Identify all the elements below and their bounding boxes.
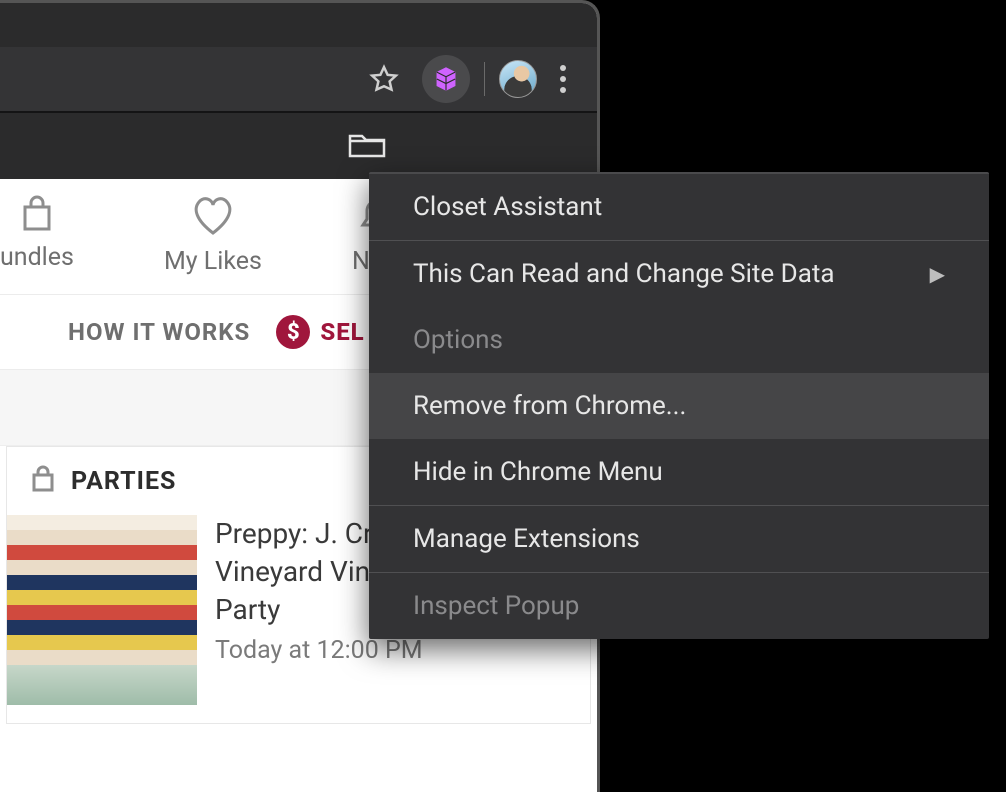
dollar-icon: $ [276,315,310,349]
profile-avatar[interactable] [499,60,537,98]
toolbar-divider [484,62,485,96]
nav-bundles[interactable]: undles [0,179,96,294]
nav-my-likes-label: My Likes [164,247,262,276]
menu-site-data[interactable]: This Can Read and Change Site Data ▶ [369,241,989,307]
bookmark-folder-icon[interactable] [347,129,387,163]
nav-my-likes[interactable]: My Likes [142,179,284,294]
chrome-menu-icon[interactable] [551,65,575,93]
extension-button[interactable] [422,55,470,103]
parties-title: PARTIES [71,467,176,496]
heart-icon [164,193,262,241]
toolbar-row [0,47,597,113]
nav-bundles-label: undles [0,243,74,272]
tab-how-it-works[interactable]: HOW IT WORKS [68,318,250,346]
menu-inspect-popup: Inspect Popup [369,573,989,639]
bag-small-icon [29,465,57,497]
bag-icon [0,193,74,237]
chevron-right-icon: ▶ [930,262,945,286]
party-thumbnail[interactable] [7,515,197,705]
bookmark-star-icon[interactable] [360,55,408,103]
menu-options: Options [369,307,989,373]
menu-title: Closet Assistant [369,174,989,240]
screenshot-stage: undles My Likes 59 New HOW IT WO [0,0,1006,792]
menu-remove-from-chrome[interactable]: Remove from Chrome... [369,373,989,439]
menu-hide[interactable]: Hide in Chrome Menu [369,439,989,505]
extension-context-menu: Closet Assistant This Can Read and Chang… [369,172,989,639]
tab-strip [0,3,597,47]
menu-manage-extensions[interactable]: Manage Extensions [369,506,989,572]
tab-sell[interactable]: $ SEL [276,315,364,349]
tab-sell-label: SEL [320,318,364,346]
party-subtitle: Today at 12:00 PM [215,636,572,665]
bookmarks-bar [0,113,597,179]
